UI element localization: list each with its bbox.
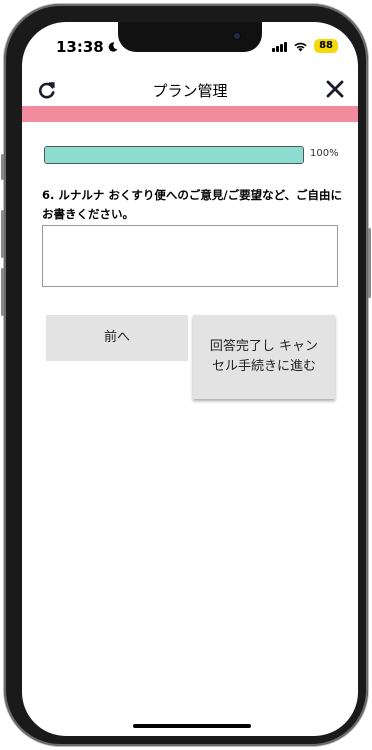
progress-bar <box>44 146 304 164</box>
phone-volume-down-button <box>1 268 4 316</box>
phone-side-button <box>1 154 4 180</box>
close-icon[interactable] <box>324 78 346 100</box>
home-indicator <box>133 724 251 728</box>
phone-frame: 13:38 88 プラン管理 100% 6. ルナルナ おくすり便へのご意見/ご… <box>1 4 371 746</box>
notch <box>118 22 262 52</box>
status-indicators: 88 <box>272 39 338 53</box>
complete-and-cancel-button[interactable]: 回答完了し キャンセル手続きに進む <box>193 315 335 399</box>
front-camera <box>232 31 242 41</box>
navigation-bar: プラン管理 <box>22 74 358 108</box>
screen: 13:38 88 プラン管理 100% 6. ルナルナ おくすり便へのご意見/ご… <box>22 22 358 736</box>
phone-power-button <box>368 228 371 298</box>
moon-icon <box>108 42 118 52</box>
wifi-icon <box>294 42 307 51</box>
progress-label: 100% <box>310 148 339 159</box>
survey-question: 6. ルナルナ おくすり便へのご意見/ご要望など、ご自由にお書きください。 <box>42 188 342 221</box>
status-time-text: 13:38 <box>56 38 104 56</box>
status-time: 13:38 <box>56 38 118 56</box>
progress-bar-fill <box>45 147 303 163</box>
header-accent-bar <box>22 106 358 122</box>
cellular-signal-icon <box>272 41 288 52</box>
answer-textarea[interactable] <box>42 225 338 287</box>
battery-indicator: 88 <box>314 39 338 53</box>
previous-button[interactable]: 前へ <box>46 315 188 361</box>
page-title: プラン管理 <box>152 82 228 100</box>
phone-volume-up-button <box>1 210 4 258</box>
